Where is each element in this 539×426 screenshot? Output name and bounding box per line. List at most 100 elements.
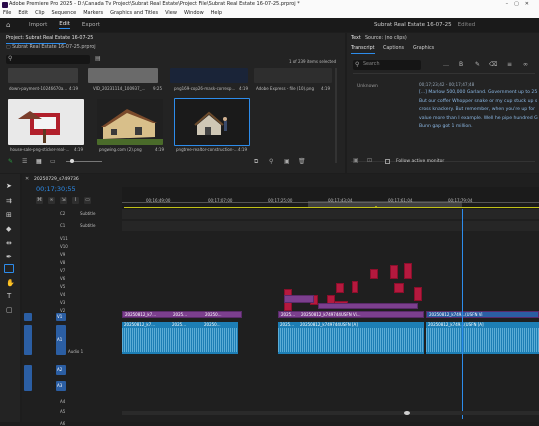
source-patch-a1[interactable]: [24, 325, 32, 355]
clip-red[interactable]: [390, 265, 398, 279]
clip-red[interactable]: [352, 281, 358, 293]
clip-a1-left[interactable]: 20250812_k7... 2025... 20250...: [122, 322, 238, 354]
thumb-png169-cop26[interactable]: [170, 68, 248, 83]
clip-v3[interactable]: [284, 295, 314, 303]
subtab-captions[interactable]: Captions: [383, 46, 404, 51]
track-v10[interactable]: V10: [60, 244, 68, 249]
clip-v1-left[interactable]: 20250812_k7... 2025... 20250...: [122, 311, 242, 318]
track-select-icon[interactable]: ⇉: [6, 197, 12, 205]
find-icon[interactable]: ⚲: [269, 158, 273, 165]
rectangle-tool-icon[interactable]: [4, 264, 14, 273]
freeform-view-icon[interactable]: ▭: [50, 158, 56, 165]
track-v7[interactable]: V7: [60, 268, 65, 273]
thumb-vid-2023[interactable]: [88, 68, 158, 83]
menu-help[interactable]: Help: [211, 9, 222, 18]
subtab-transcript[interactable]: Transcript: [351, 46, 375, 51]
pencil-icon[interactable]: ✎: [8, 158, 13, 165]
track-a2-target[interactable]: A2: [56, 365, 66, 375]
type-tool-icon[interactable]: T: [7, 292, 11, 300]
thumb-house-sale[interactable]: [8, 99, 84, 145]
track-a4[interactable]: A4: [60, 399, 65, 404]
workspace-tab-export[interactable]: Export: [82, 22, 100, 28]
transcript-text[interactable]: [...] Marlow 500,000 Garland. Government…: [419, 89, 539, 133]
time-ruler[interactable]: 00;16;49;00 00;17;07;00 00;17;25;00 00;1…: [122, 187, 539, 209]
export-icon[interactable]: ⊡: [367, 157, 372, 164]
snap-icon[interactable]: ⌘: [36, 197, 43, 204]
menu-graphics[interactable]: Graphics and Titles: [110, 9, 158, 18]
playhead[interactable]: [462, 209, 463, 419]
subtab-graphics[interactable]: Graphics: [413, 46, 434, 51]
edit-icon[interactable]: ✎: [475, 61, 480, 68]
menu-markers[interactable]: Markers: [83, 9, 103, 18]
track-area[interactable]: 20250812_k7... 2025... 20250... 2025... …: [122, 209, 539, 419]
list-view-icon[interactable]: ☰: [22, 158, 27, 165]
workspace-tab-edit[interactable]: Edit: [59, 21, 70, 29]
track-v8[interactable]: V8: [60, 260, 65, 265]
align-icon[interactable]: ≡: [507, 61, 512, 68]
track-v1-target[interactable]: V1: [56, 313, 66, 321]
text-tool-icon[interactable]: ▢: [6, 306, 13, 314]
project-tab[interactable]: Project: Subrat Real Estate 16-07-25: [6, 36, 93, 41]
track-v9[interactable]: V9: [60, 252, 65, 257]
project-search-input[interactable]: ⚲: [6, 55, 90, 64]
zoom-slider-handle[interactable]: [70, 159, 74, 163]
workspace-tab-import[interactable]: Import: [29, 22, 47, 28]
menu-edit[interactable]: Edit: [18, 9, 28, 18]
sequence-tab[interactable]: 20250729_s749736: [34, 177, 79, 182]
timeline-timecode[interactable]: 00;17;30;55: [36, 185, 76, 193]
clear-icon[interactable]: ⌫: [489, 61, 497, 68]
menu-clip[interactable]: Clip: [35, 9, 44, 18]
selection-tool-icon[interactable]: ➤: [6, 182, 12, 190]
follow-checkbox[interactable]: [385, 159, 390, 164]
automate-icon[interactable]: ⧉: [254, 158, 258, 166]
menu-sequence[interactable]: Sequence: [52, 9, 77, 18]
bold-icon[interactable]: B: [459, 61, 463, 68]
captions-toggle-icon[interactable]: ▭: [84, 197, 91, 204]
thumb-pngtree-realtor[interactable]: [174, 98, 250, 146]
tab-source[interactable]: Source: (no clips): [365, 36, 407, 41]
thumb-adobe-express[interactable]: [254, 68, 332, 83]
track-c1[interactable]: C1: [60, 223, 65, 228]
clip-v1-mid[interactable]: 2025... 20250812_k749744USFN Vi...: [278, 311, 424, 318]
clip-red[interactable]: [336, 283, 344, 293]
clip-red[interactable]: [404, 263, 412, 279]
speaker-label[interactable]: Unknown: [357, 84, 378, 89]
menu-file[interactable]: File: [3, 9, 11, 18]
close-icon[interactable]: ✕: [25, 176, 29, 182]
source-patch-v1[interactable]: [24, 313, 32, 321]
thumb-down-payment[interactable]: [8, 68, 78, 83]
subtitle-track-c2[interactable]: [122, 209, 539, 219]
ripple-edit-icon[interactable]: ⊞: [6, 211, 12, 219]
track-v5[interactable]: V5: [60, 284, 65, 289]
track-v11[interactable]: V11: [60, 236, 68, 241]
transcript-search-input[interactable]: ⚲ Search: [353, 60, 421, 70]
ellipsis-icon[interactable]: …: [443, 61, 449, 68]
track-c2[interactable]: C2: [60, 211, 65, 216]
source-patch-a2[interactable]: [24, 365, 32, 391]
subtitle-track-c1[interactable]: [122, 221, 539, 231]
menu-view[interactable]: View: [165, 9, 177, 18]
clip-red[interactable]: [394, 283, 404, 293]
clip-a1-right[interactable]: 20250812_k749...(USFN [A]: [426, 322, 539, 354]
clip-red[interactable]: [370, 269, 378, 279]
caption-icon[interactable]: ▣: [353, 157, 359, 164]
slip-icon[interactable]: ⇹: [6, 239, 12, 247]
window-controls[interactable]: –▢✕: [506, 0, 535, 9]
project-scrollbar[interactable]: [335, 68, 337, 163]
settings-icon[interactable]: ⌇: [72, 197, 79, 204]
clip-red[interactable]: [414, 287, 422, 301]
track-a5[interactable]: A5: [60, 409, 65, 414]
clip-a1-mid[interactable]: 2025... 20250812_k749744USFN [A]: [278, 322, 424, 354]
track-v6[interactable]: V6: [60, 276, 65, 281]
home-icon[interactable]: ⌂: [6, 21, 15, 29]
track-a3-target[interactable]: A3: [56, 381, 66, 391]
track-a1-target[interactable]: A1: [56, 325, 66, 355]
thumb-pngwing[interactable]: [97, 99, 163, 145]
menu-window[interactable]: Window: [184, 9, 204, 18]
hand-tool-icon[interactable]: ✋: [6, 279, 15, 287]
clip-v2[interactable]: [318, 303, 418, 309]
track-v4[interactable]: V4: [60, 292, 65, 297]
clip-v1-right[interactable]: 20250812_k749...(USFN Vi: [426, 311, 539, 318]
link-icon[interactable]: ∞: [523, 61, 528, 68]
track-v3[interactable]: V3: [60, 300, 65, 305]
